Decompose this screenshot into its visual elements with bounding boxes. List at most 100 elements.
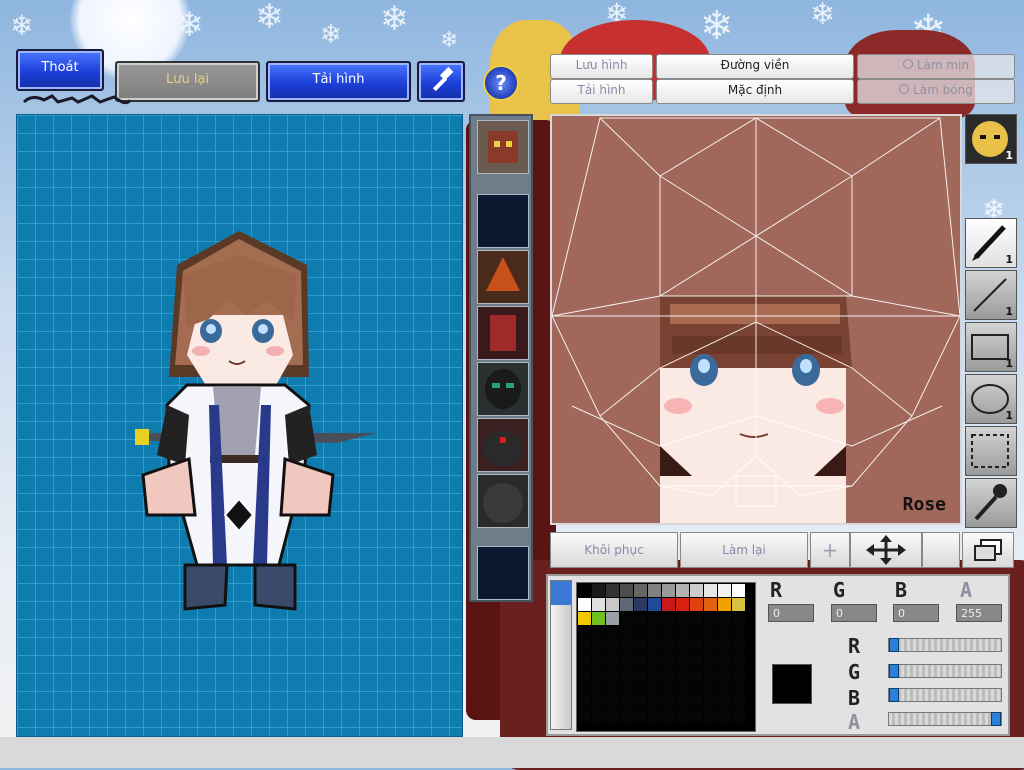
palette-swatch[interactable] (592, 640, 605, 653)
hammer-button[interactable] (417, 61, 465, 102)
palette-swatch[interactable] (606, 696, 619, 709)
palette-swatch[interactable] (634, 584, 647, 597)
palette-swatch[interactable] (648, 612, 661, 625)
rectangle-tool[interactable]: 1 (965, 322, 1017, 372)
palette-swatch[interactable] (704, 710, 717, 723)
load-image-tab-button[interactable]: Tải hình (550, 79, 653, 104)
part-slot-hair[interactable] (477, 250, 529, 304)
palette-swatch[interactable] (620, 696, 633, 709)
palette-swatch[interactable] (662, 612, 675, 625)
palette-swatch[interactable] (676, 626, 689, 639)
palette-swatch[interactable] (648, 696, 661, 709)
palette-swatch[interactable] (732, 598, 745, 611)
palette-swatch[interactable] (662, 696, 675, 709)
palette-swatch[interactable] (662, 640, 675, 653)
palette-swatch[interactable] (634, 696, 647, 709)
palette-swatch[interactable] (732, 626, 745, 639)
palette-swatch[interactable] (704, 696, 717, 709)
palette-swatch[interactable] (578, 584, 591, 597)
part-slot-face[interactable] (477, 120, 529, 174)
palette-swatch[interactable] (676, 696, 689, 709)
palette-swatch[interactable] (634, 626, 647, 639)
palette-swatch[interactable] (648, 598, 661, 611)
palette-swatch[interactable] (718, 696, 731, 709)
palette-swatch[interactable] (606, 626, 619, 639)
line-tool[interactable]: 1 (965, 270, 1017, 320)
palette-swatch[interactable] (676, 640, 689, 653)
shade-toggle[interactable]: Làm bóng (857, 79, 1015, 104)
palette-swatch[interactable] (704, 640, 717, 653)
palette-swatch[interactable] (634, 654, 647, 667)
palette-swatch[interactable] (662, 668, 675, 681)
palette-swatch[interactable] (732, 696, 745, 709)
palette-swatch[interactable] (704, 654, 717, 667)
palette-swatch[interactable] (620, 668, 633, 681)
palette-swatch[interactable] (732, 668, 745, 681)
selection-tool[interactable] (965, 426, 1017, 476)
palette-swatch[interactable] (648, 668, 661, 681)
palette-swatch[interactable] (718, 640, 731, 653)
palette-swatch[interactable] (634, 612, 647, 625)
a-slider-knob[interactable] (991, 712, 1001, 726)
palette-swatch[interactable] (634, 710, 647, 723)
palette-swatch[interactable] (606, 598, 619, 611)
palette-swatch[interactable] (718, 654, 731, 667)
save-button[interactable]: Lưu lại (115, 61, 260, 102)
pen-tool[interactable]: 1 (965, 218, 1017, 268)
palette-swatch[interactable] (648, 640, 661, 653)
palette-swatch[interactable] (606, 710, 619, 723)
palette-swatch[interactable] (578, 682, 591, 695)
border-button[interactable]: Đường viền (656, 54, 854, 79)
palette-swatch[interactable] (634, 682, 647, 695)
exit-button[interactable]: Thoát (16, 49, 104, 91)
palette-swatch[interactable] (592, 612, 605, 625)
palette-swatch[interactable] (718, 598, 731, 611)
palette-swatch[interactable] (690, 626, 703, 639)
b-slider[interactable] (888, 688, 1002, 702)
palette-swatch[interactable] (592, 654, 605, 667)
palette-swatch[interactable] (676, 612, 689, 625)
palette-scroll-thumb[interactable] (551, 581, 571, 605)
part-slot-mask[interactable] (477, 362, 529, 416)
redo-button[interactable]: Làm lại (680, 532, 808, 568)
palette-swatch[interactable] (634, 598, 647, 611)
palette-swatch[interactable] (578, 598, 591, 611)
palette-swatch[interactable] (648, 584, 661, 597)
r-value-field[interactable]: 0 (768, 604, 814, 622)
palette-swatch[interactable] (620, 640, 633, 653)
undo-button[interactable]: Khôi phục (550, 532, 678, 568)
b-value-field[interactable]: 0 (893, 604, 939, 622)
part-slot-helmet[interactable] (477, 418, 529, 472)
palette-swatch[interactable] (662, 584, 675, 597)
palette-swatch[interactable] (578, 710, 591, 723)
palette-swatch[interactable] (718, 584, 731, 597)
ellipse-tool[interactable]: 1 (965, 374, 1017, 424)
palette-swatch[interactable] (690, 584, 703, 597)
palette-swatch[interactable] (592, 696, 605, 709)
palette-swatch[interactable] (620, 654, 633, 667)
palette-swatch[interactable] (732, 682, 745, 695)
face-texture-canvas[interactable]: Rose (550, 114, 962, 525)
palette-swatch[interactable] (606, 612, 619, 625)
palette-swatch[interactable] (690, 710, 703, 723)
palette-swatch[interactable] (606, 584, 619, 597)
preview-head-button[interactable]: 1 (965, 114, 1017, 164)
palette-swatch[interactable] (578, 654, 591, 667)
palette-swatch[interactable] (704, 598, 717, 611)
palette-swatch[interactable] (620, 710, 633, 723)
palette-swatch[interactable] (620, 612, 633, 625)
copy-layer-button[interactable] (962, 532, 1014, 568)
palette-swatch[interactable] (690, 598, 703, 611)
palette-swatch[interactable] (704, 584, 717, 597)
flip-button[interactable] (922, 532, 960, 568)
palette-swatch[interactable] (592, 626, 605, 639)
palette-swatch[interactable] (676, 598, 689, 611)
palette-swatch[interactable] (676, 710, 689, 723)
palette-swatch[interactable] (578, 626, 591, 639)
palette-swatch[interactable] (634, 640, 647, 653)
default-button[interactable]: Mặc định (656, 79, 854, 104)
palette-swatch[interactable] (676, 668, 689, 681)
palette-swatch[interactable] (648, 654, 661, 667)
part-slot-shadow[interactable] (477, 474, 529, 528)
palette-swatch[interactable] (662, 654, 675, 667)
